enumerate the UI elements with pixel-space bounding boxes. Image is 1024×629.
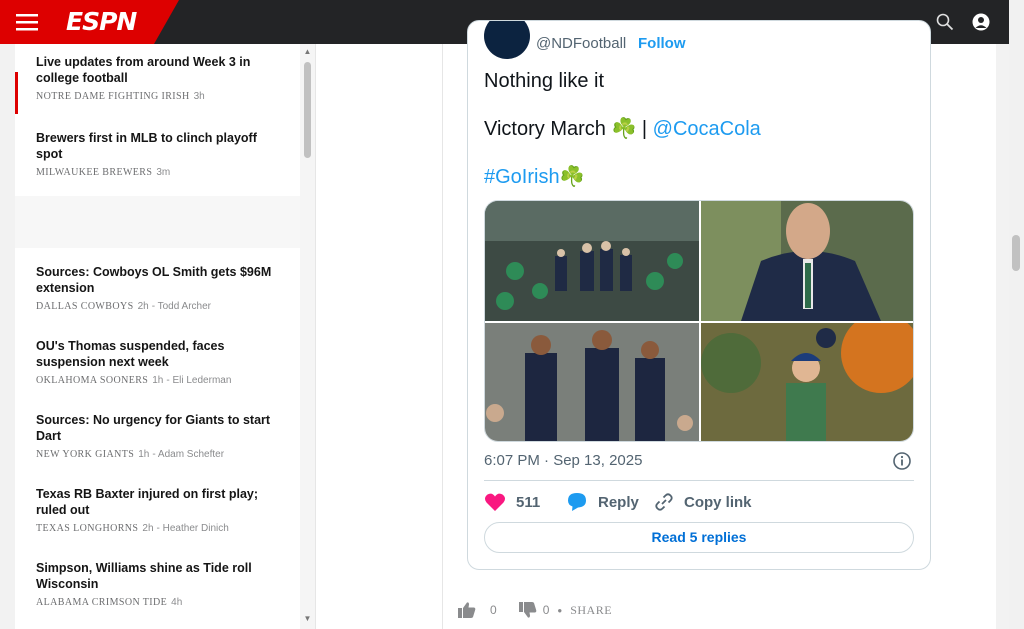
hamburger-menu-icon (16, 14, 38, 31)
article-vote-row: 0 0 ● SHARE (458, 600, 612, 620)
headline-author: - Heather Dinich (156, 523, 229, 534)
tweet-photo-4[interactable] (701, 323, 913, 441)
tweet-copy-link-label: Copy link (684, 493, 752, 511)
headline-item-2[interactable]: Brewers first in MLB to clinch playoff s… (15, 118, 301, 179)
players-walking-photo-image (485, 323, 699, 441)
tweet-photo-1[interactable] (485, 201, 699, 321)
sidebar-scroll-up-arrow[interactable]: ▲ (302, 47, 313, 57)
tweet-reply-label: Reply (598, 493, 639, 511)
search-icon (936, 13, 954, 31)
tweet-like-button[interactable]: 511 (484, 491, 540, 513)
reply-bubble-icon (568, 493, 586, 511)
tweet-author-avatar[interactable] (484, 21, 530, 59)
headline-item-6[interactable]: Texas RB Baxter injured on first play; r… (15, 474, 301, 535)
top-headlines-sidebar: Live updates from around Week 3 in colle… (15, 44, 316, 629)
headline-item-1[interactable]: Live updates from around Week 3 in colle… (15, 44, 301, 103)
headline-text: OU's Thomas suspended, faces suspension … (36, 339, 225, 369)
tweet-photo-3[interactable] (485, 323, 699, 441)
espn-logo-link[interactable]: ESPN (54, 0, 179, 44)
headline-team: Dallas Cowboys (36, 301, 134, 312)
sidebar-scrollbar-thumb[interactable] (304, 62, 311, 158)
tweet-photo-grid (484, 200, 914, 442)
tweet-mention-link[interactable]: @CocaCola (653, 118, 761, 140)
tweet-like-count: 511 (516, 493, 541, 511)
headline-text: Texas RB Baxter injured on first play; r… (36, 487, 259, 517)
tweet-reply-button[interactable]: Reply (566, 491, 639, 513)
headline-team: Milwaukee Brewers (36, 167, 153, 178)
headline-text[interactable]: Live updates from around Week 3 in colle… (36, 54, 279, 86)
tweet-photo-2[interactable] (701, 201, 913, 321)
sidebar-scroll-down-arrow[interactable]: ▼ (302, 614, 313, 624)
tweet-hashtag-link[interactable]: #GoIrish☘️ (484, 165, 585, 189)
headline-time: 1h (138, 449, 150, 460)
thumbs-down-icon[interactable] (518, 602, 537, 618)
player-suit-photo-image (701, 201, 913, 321)
tweet-text-line-2: Victory March ☘️ | @CocaCola (484, 117, 761, 141)
menu-button[interactable] (0, 0, 54, 44)
link-chain-icon (655, 493, 673, 511)
headline-author: - Eli Lederman (166, 375, 232, 386)
fan-child-photo-image (701, 323, 913, 441)
headline-item-5[interactable]: Sources: No urgency for Giants to start … (15, 400, 301, 461)
tweet-info-button[interactable] (892, 451, 912, 476)
headline-time: 1h (152, 375, 164, 386)
user-profile-icon (972, 13, 990, 31)
sidebar-spacer (15, 196, 301, 248)
crowd-photo-image (485, 201, 699, 321)
tweet-follow-link[interactable]: Follow (638, 35, 686, 52)
espn-logo: ESPN (66, 7, 137, 36)
headline-item-4[interactable]: OU's Thomas suspended, faces suspension … (15, 326, 301, 387)
headline-text: Brewers first in MLB to clinch playoff s… (36, 131, 257, 161)
profile-button[interactable] (967, 8, 995, 36)
headline-time: 4h (171, 597, 183, 608)
dot-separator: ● (557, 605, 563, 615)
thumbs-up-icon[interactable] (458, 602, 476, 618)
info-icon (893, 452, 911, 470)
headline-team[interactable]: Notre Dame Fighting Irish (36, 91, 190, 102)
tweet-author-handle[interactable]: @NDFootball (536, 35, 626, 52)
headline-team: New York Giants (36, 449, 135, 460)
headline-author: - Todd Archer (151, 301, 211, 312)
headline-text: Sources: No urgency for Giants to start … (36, 413, 271, 443)
tweet-copy-link-button[interactable]: Copy link (654, 491, 752, 513)
headline-item-3[interactable]: Sources: Cowboys OL Smith gets $96M exte… (15, 252, 301, 313)
headline-time: 2h (137, 301, 149, 312)
tweet-divider (484, 480, 914, 481)
headline-time: 3m (156, 167, 171, 178)
search-button[interactable] (931, 8, 959, 36)
thumbs-up-count: 0 (490, 603, 497, 617)
headline-team: Alabama Crimson Tide (36, 597, 168, 608)
tweet-text-victory: Victory March ☘️ | (484, 118, 653, 140)
headline-time: 3h (193, 91, 205, 102)
share-button[interactable]: SHARE (570, 603, 612, 618)
headline-item-7[interactable]: Simpson, Williams shine as Tide roll Wis… (15, 548, 301, 609)
page-scrollbar-thumb[interactable] (1012, 235, 1020, 271)
headline-text: Sources: Cowboys OL Smith gets $96M exte… (36, 265, 272, 295)
embedded-tweet: @NDFootball Follow Nothing like it Victo… (467, 20, 931, 570)
headline-team: Oklahoma Sooners (36, 375, 149, 386)
tweet-timestamp[interactable]: 6:07 PM · Sep 13, 2025 (484, 452, 642, 469)
read-replies-button[interactable]: Read 5 replies (484, 522, 914, 553)
page-scrollbar[interactable] (1009, 0, 1024, 629)
thumbs-down-count: 0 (542, 603, 550, 617)
heart-icon (484, 493, 506, 511)
headline-time: 2h (142, 523, 154, 534)
headline-team: Texas Longhorns (36, 523, 139, 534)
headline-text: Simpson, Williams shine as Tide roll Wis… (36, 561, 252, 591)
headline-author: - Adam Schefter (152, 449, 225, 460)
tweet-text-line-1: Nothing like it (484, 70, 605, 92)
